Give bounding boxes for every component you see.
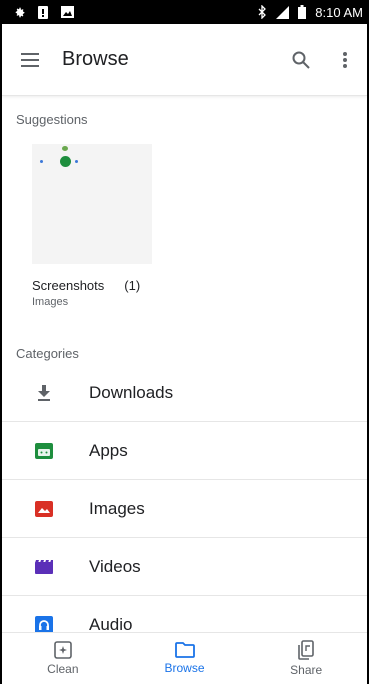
search-icon <box>292 51 310 69</box>
menu-button[interactable] <box>8 38 52 82</box>
screenshots-thumbnail[interactable] <box>32 144 152 264</box>
video-icon <box>33 556 55 578</box>
page-title: Browse <box>62 48 129 70</box>
suggestions-heading: Suggestions <box>16 112 88 127</box>
android-app-icon <box>33 440 55 462</box>
clean-icon <box>54 641 72 659</box>
download-icon <box>33 382 55 404</box>
status-bar: 8:10 AM <box>0 0 369 24</box>
more-options-button[interactable] <box>323 38 367 82</box>
category-label: Downloads <box>89 382 174 402</box>
nav-browse[interactable]: Browse <box>124 633 246 684</box>
thumbnail-preview-dot <box>62 146 68 151</box>
app-bar: Browse <box>2 24 367 96</box>
image-icon <box>33 498 55 520</box>
thumbnail-preview-dot <box>75 160 78 163</box>
category-label: Apps <box>89 440 128 460</box>
status-time: 8:10 AM <box>315 4 363 20</box>
menu-icon <box>21 52 39 67</box>
suggestion-title-row[interactable]: Screenshots (1) <box>32 278 140 293</box>
notification-icon <box>36 5 50 19</box>
bluetooth-icon <box>255 5 269 19</box>
suggestion-title: Screenshots <box>32 278 105 293</box>
nav-label: Share <box>290 663 323 677</box>
suggestion-count: (1) <box>124 278 141 293</box>
category-label: Audio <box>89 615 133 632</box>
folder-icon <box>174 642 195 658</box>
gallery-icon <box>60 5 74 19</box>
audio-icon <box>33 614 55 632</box>
browse-content: Suggestions Screenshots (1) Images Categ… <box>2 96 367 632</box>
battery-icon <box>295 5 309 19</box>
more-vert-icon <box>343 51 347 68</box>
search-button[interactable] <box>279 38 323 82</box>
category-label: Videos <box>89 556 141 576</box>
nav-share[interactable]: Share <box>245 633 367 684</box>
suggestion-subtitle: Images <box>32 296 69 308</box>
category-item-images[interactable]: Images <box>2 480 367 538</box>
category-item-downloads[interactable]: Downloads <box>2 364 367 422</box>
signal-icon <box>275 5 289 19</box>
category-list: Downloads Apps Images Videos Audio <box>2 364 367 632</box>
category-item-videos[interactable]: Videos <box>2 538 367 596</box>
category-item-apps[interactable]: Apps <box>2 422 367 480</box>
share-icon <box>298 640 314 660</box>
category-label: Images <box>89 498 145 518</box>
thumbnail-preview-dot <box>60 156 71 167</box>
thumbnail-preview-dot <box>40 160 43 163</box>
bottom-navigation: Clean Browse Share <box>2 632 367 684</box>
settings-icon <box>12 5 26 19</box>
nav-label: Browse <box>164 661 205 675</box>
nav-label: Clean <box>47 662 79 676</box>
categories-heading: Categories <box>16 346 79 361</box>
nav-clean[interactable]: Clean <box>2 633 124 684</box>
category-item-audio[interactable]: Audio <box>2 596 367 632</box>
